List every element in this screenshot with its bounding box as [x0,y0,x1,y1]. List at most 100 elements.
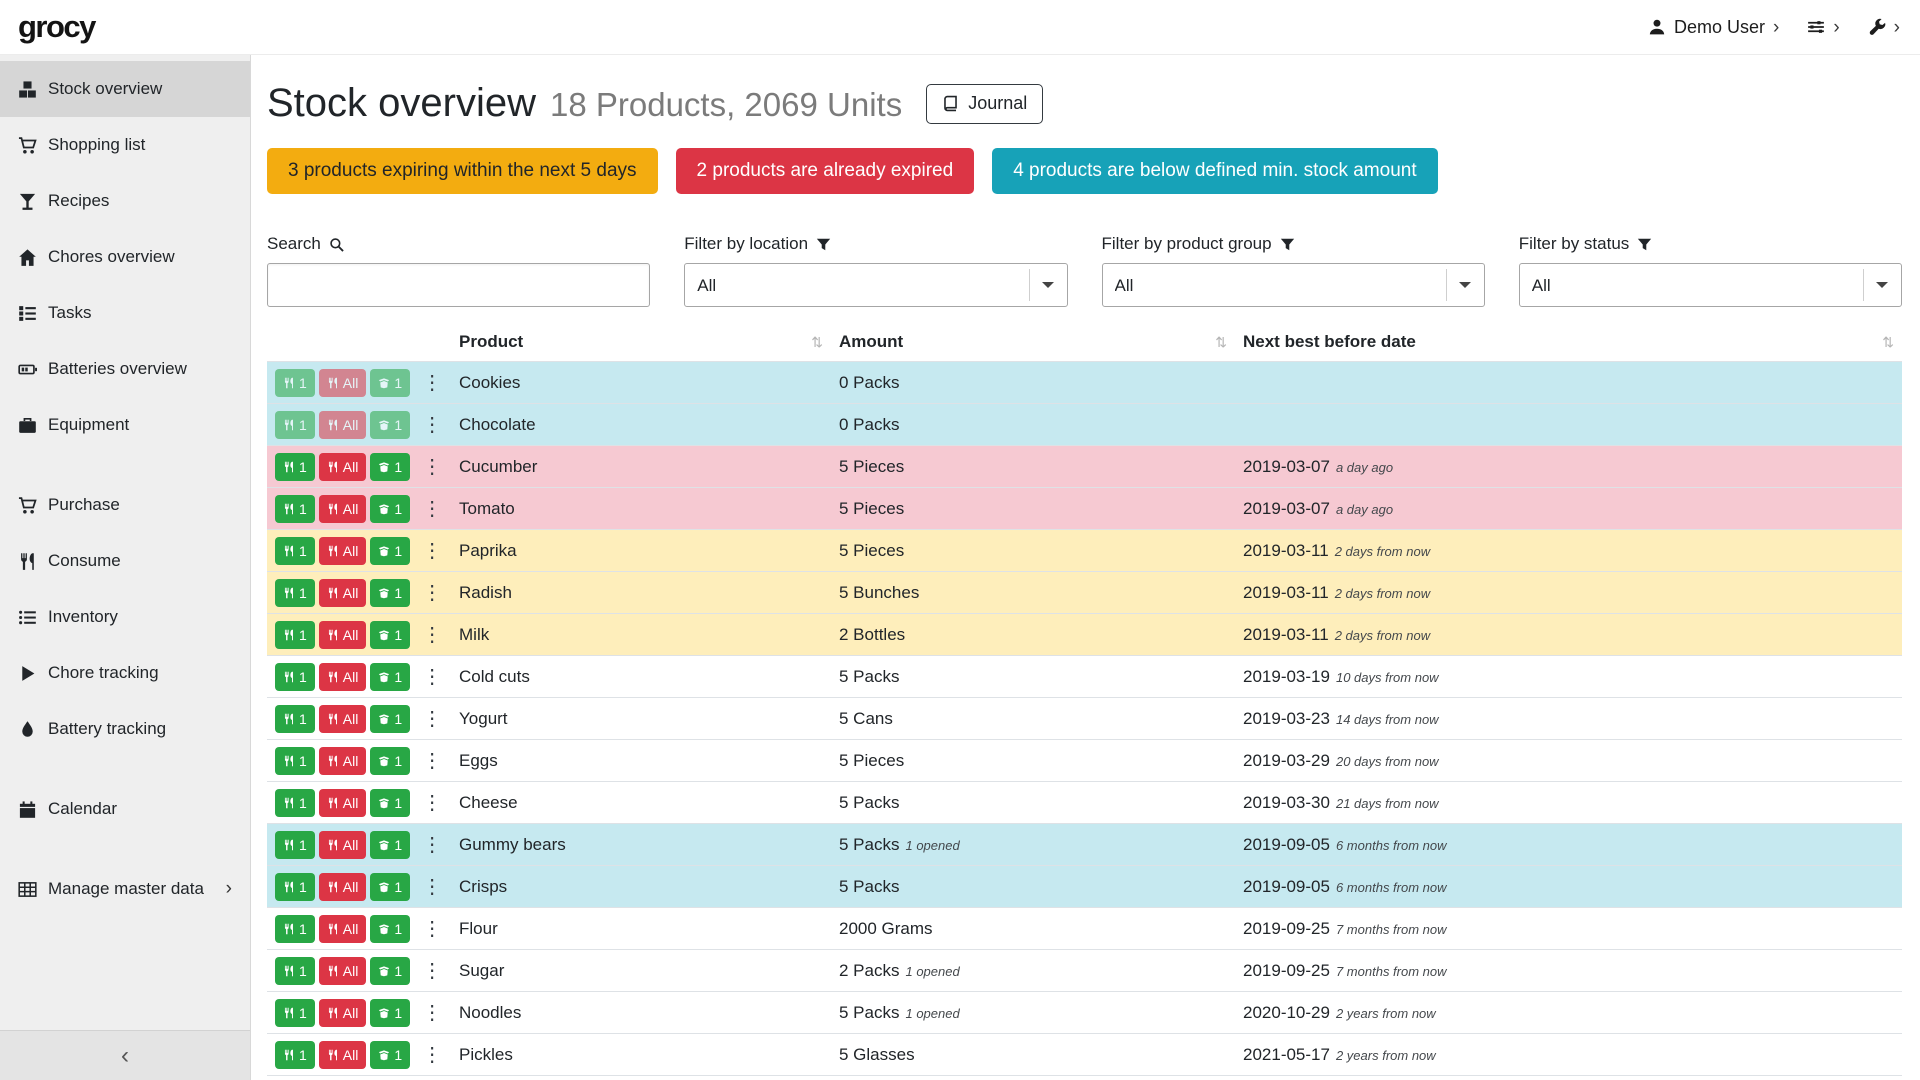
consume-all-button[interactable]: All [319,747,367,775]
consume-all-button[interactable]: All [319,957,367,985]
sidebar-item-calendar[interactable]: Calendar [0,781,250,837]
sidebar-item-consume[interactable]: Consume [0,533,250,589]
consume-one-button[interactable]: 1 [275,495,315,523]
consume-one-button[interactable]: 1 [275,705,315,733]
consume-all-button[interactable]: All [319,705,367,733]
row-menu-button[interactable]: ⋮ [416,877,448,897]
open-one-button[interactable]: 1 [370,495,410,523]
open-one-button[interactable]: 1 [370,957,410,985]
consume-one-button[interactable]: 1 [275,621,315,649]
row-menu-button[interactable]: ⋮ [416,667,448,687]
sidebar-item-stock-overview[interactable]: Stock overview [0,61,250,117]
consume-one-button[interactable]: 1 [275,831,315,859]
sidebar-item-chores-overview[interactable]: Chores overview [0,229,250,285]
row-menu-button[interactable]: ⋮ [416,793,448,813]
consume-one-button[interactable]: 1 [275,411,315,439]
open-one-button[interactable]: 1 [370,369,410,397]
consume-all-button[interactable]: All [319,453,367,481]
column-product[interactable]: Product ⇅ [451,323,831,362]
consume-one-button[interactable]: 1 [275,537,315,565]
row-menu-button[interactable]: ⋮ [416,457,448,477]
app-logo[interactable]: grocy [18,9,95,45]
sidebar-item-equipment[interactable]: Equipment [0,397,250,453]
sidebar-item-battery-tracking[interactable]: Battery tracking [0,701,250,757]
consume-one-button[interactable]: 1 [275,663,315,691]
row-menu-button[interactable]: ⋮ [416,1003,448,1023]
row-menu-button[interactable]: ⋮ [416,373,448,393]
user-menu[interactable]: Demo User › [1648,17,1779,38]
row-menu-button[interactable]: ⋮ [416,625,448,645]
status-select[interactable]: All [1519,263,1902,307]
sidebar-item-purchase[interactable]: Purchase [0,477,250,533]
journal-button[interactable]: Journal [926,84,1043,124]
row-menu-button[interactable]: ⋮ [416,751,448,771]
consume-one-button[interactable]: 1 [275,957,315,985]
sidebar-item-batteries-overview[interactable]: Batteries overview [0,341,250,397]
open-one-button[interactable]: 1 [370,999,410,1027]
row-menu-button[interactable]: ⋮ [416,919,448,939]
open-one-button[interactable]: 1 [370,831,410,859]
consume-one-button[interactable]: 1 [275,789,315,817]
consume-all-button[interactable]: All [319,579,367,607]
row-menu-button[interactable]: ⋮ [416,961,448,981]
open-one-button[interactable]: 1 [370,621,410,649]
open-one-button[interactable]: 1 [370,705,410,733]
open-one-button[interactable]: 1 [370,537,410,565]
below-min-stock-badge[interactable]: 4 products are below defined min. stock … [992,148,1437,194]
sort-icon[interactable]: ⇅ [1882,334,1894,351]
consume-all-button[interactable]: All [319,537,367,565]
open-one-button[interactable]: 1 [370,747,410,775]
open-one-button[interactable]: 1 [370,915,410,943]
consume-all-button[interactable]: All [319,621,367,649]
row-menu-button[interactable]: ⋮ [416,583,448,603]
admin-menu[interactable]: › [1868,18,1900,37]
consume-one-button[interactable]: 1 [275,873,315,901]
product-group-select[interactable]: All [1102,263,1485,307]
consume-one-button[interactable]: 1 [275,1041,315,1069]
expired-badge[interactable]: 2 products are already expired [676,148,975,194]
row-menu-button[interactable]: ⋮ [416,499,448,519]
column-best-before-date[interactable]: Next best before date ⇅ [1235,323,1902,362]
location-select[interactable]: All [684,263,1067,307]
consume-one-button[interactable]: 1 [275,747,315,775]
open-one-button[interactable]: 1 [370,579,410,607]
row-menu-button[interactable]: ⋮ [416,835,448,855]
sidebar-item-manage-master-data[interactable]: Manage master data› [0,861,250,917]
consume-one-button[interactable]: 1 [275,369,315,397]
consume-one-button[interactable]: 1 [275,915,315,943]
consume-all-button[interactable]: All [319,831,367,859]
open-one-button[interactable]: 1 [370,453,410,481]
row-menu-button[interactable]: ⋮ [416,1045,448,1065]
sidebar-item-inventory[interactable]: Inventory [0,589,250,645]
consume-one-button[interactable]: 1 [275,999,315,1027]
row-menu-button[interactable]: ⋮ [416,709,448,729]
consume-all-button[interactable]: All [319,915,367,943]
consume-all-button[interactable]: All [319,999,367,1027]
consume-one-button[interactable]: 1 [275,453,315,481]
sidebar-item-shopping-list[interactable]: Shopping list [0,117,250,173]
expiring-badge[interactable]: 3 products expiring within the next 5 da… [267,148,658,194]
sidebar-item-chore-tracking[interactable]: Chore tracking [0,645,250,701]
consume-all-button[interactable]: All [319,369,367,397]
sidebar-collapse-button[interactable]: ‹ [0,1030,250,1080]
consume-all-button[interactable]: All [319,1041,367,1069]
search-input[interactable] [267,263,650,307]
sidebar-item-recipes[interactable]: Recipes [0,173,250,229]
settings-menu[interactable]: › [1807,18,1839,37]
column-amount[interactable]: Amount ⇅ [831,323,1235,362]
sort-icon[interactable]: ⇅ [1215,334,1227,351]
row-menu-button[interactable]: ⋮ [416,415,448,435]
consume-all-button[interactable]: All [319,411,367,439]
open-one-button[interactable]: 1 [370,1041,410,1069]
sort-icon[interactable]: ⇅ [811,334,823,351]
consume-all-button[interactable]: All [319,873,367,901]
open-one-button[interactable]: 1 [370,411,410,439]
open-one-button[interactable]: 1 [370,873,410,901]
open-one-button[interactable]: 1 [370,663,410,691]
consume-all-button[interactable]: All [319,789,367,817]
row-menu-button[interactable]: ⋮ [416,541,448,561]
consume-one-button[interactable]: 1 [275,579,315,607]
open-one-button[interactable]: 1 [370,789,410,817]
consume-all-button[interactable]: All [319,495,367,523]
consume-all-button[interactable]: All [319,663,367,691]
